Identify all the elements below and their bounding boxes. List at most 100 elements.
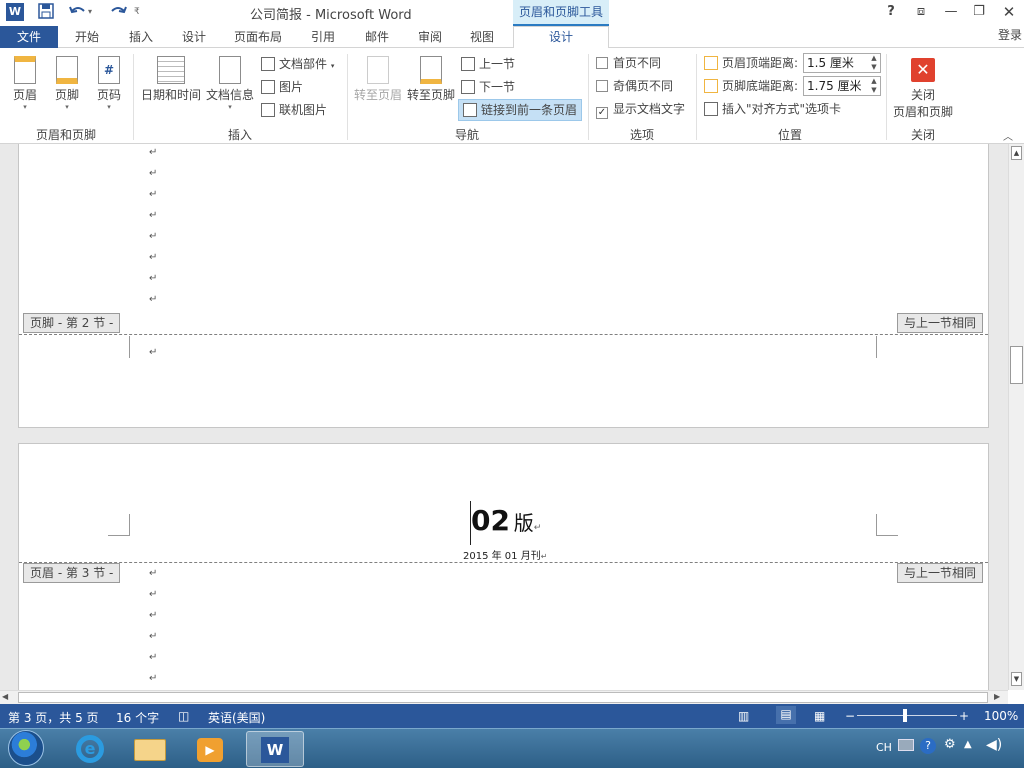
scroll-down-icon[interactable]: ▼ <box>1011 672 1022 686</box>
web-layout-icon[interactable]: ▦ <box>814 709 825 723</box>
page-count[interactable]: 第 3 页，共 5 页 <box>8 709 99 726</box>
scroll-left-icon[interactable]: ◀ <box>2 692 8 701</box>
header-top-distance-label: 页眉顶端距离: <box>704 53 798 73</box>
tab-header-footer-design[interactable]: 设计 <box>513 26 609 49</box>
tab-view[interactable]: 视图 <box>470 28 494 48</box>
paragraph-mark: ↵ <box>149 652 158 663</box>
help-tray-icon[interactable]: ? <box>920 738 936 754</box>
internet-explorer-icon[interactable]: e <box>62 731 118 767</box>
group-label-close: 关闭 <box>910 128 935 142</box>
word-count[interactable]: 16 个字 <box>116 709 159 726</box>
doc-info-button[interactable]: 文档信息 ▾ <box>205 56 255 111</box>
vertical-scrollbar[interactable]: ▲ ▼ <box>1008 144 1024 690</box>
tab-design-doc[interactable]: 设计 <box>182 28 206 48</box>
ime-indicator[interactable]: CH <box>876 741 892 754</box>
document-area[interactable]: ↵ ↵ ↵ ↵ ↵ ↵ ↵ ↵ 页脚 - 第 2 节 - 与上一节相同 ↵ 02… <box>0 144 1008 690</box>
group-divider <box>696 54 697 140</box>
word-taskbar-icon[interactable]: W <box>246 731 304 767</box>
footer-bottom-distance-input[interactable]: 1.75 厘米 ▲ ▼ <box>803 76 881 96</box>
paragraph-mark: ↵ <box>540 552 548 561</box>
undo-dropdown-icon[interactable]: ▾ <box>88 3 92 21</box>
chevron-down-icon: ▾ <box>228 103 232 111</box>
different-first-page-checkbox[interactable]: 首页不同 <box>596 53 661 73</box>
zoom-out-icon[interactable]: − <box>845 709 855 723</box>
customize-qat-icon[interactable]: ₹ <box>134 3 140 21</box>
horizontal-scroll-thumb[interactable] <box>18 692 988 703</box>
save-icon[interactable] <box>38 3 54 21</box>
ribbon-display-options-icon[interactable]: ⧈ <box>908 3 934 23</box>
ribbon: 页眉 ▾ 页脚 ▾ # 页码 ▾ 页眉和页脚 日期和时间 文档信息 ▾ 文档部件… <box>0 48 1024 144</box>
tab-mailings[interactable]: 邮件 <box>365 28 389 48</box>
spinner-arrows-icon[interactable]: ▲ ▼ <box>869 77 879 95</box>
group-divider <box>347 54 348 140</box>
picture-icon <box>261 80 275 94</box>
keyboard-icon[interactable] <box>898 739 914 751</box>
date-time-button[interactable]: 日期和时间 <box>140 56 202 103</box>
next-section-button[interactable]: 下一节 <box>461 77 515 97</box>
close-header-footer-button[interactable]: ✕ 关闭 页眉和页脚 <box>890 58 956 120</box>
insert-alignment-tab-button[interactable]: 插入"对齐方式"选项卡 <box>704 99 841 119</box>
close-window-icon[interactable]: ✕ <box>996 3 1022 23</box>
group-divider <box>133 54 134 140</box>
tab-file[interactable]: 文件 <box>0 26 58 48</box>
online-pictures-button[interactable]: 联机图片 <box>261 100 327 120</box>
collapse-ribbon-icon[interactable]: ︿ <box>1003 128 1013 143</box>
tab-home[interactable]: 开始 <box>75 28 99 48</box>
goto-header-button[interactable]: 转至页眉 <box>352 56 404 103</box>
show-hidden-icons[interactable]: ▲ <box>964 739 972 750</box>
read-mode-icon[interactable]: ▥ <box>738 709 749 723</box>
print-layout-icon[interactable]: ▤ <box>776 706 796 724</box>
link-to-previous-button[interactable]: 链接到前一条页眉 <box>458 99 583 121</box>
login-link[interactable]: 登录 <box>998 26 1022 46</box>
quick-parts-button[interactable]: 文档部件 ▾ <box>261 54 334 74</box>
group-label-header-footer: 页眉和页脚 <box>35 128 96 142</box>
page-number-button[interactable]: # 页码 ▾ <box>90 56 128 111</box>
paragraph-mark: ↵ <box>149 568 158 579</box>
show-doc-text-checkbox[interactable]: ✓ 显示文档文字 <box>596 99 685 119</box>
footer-icon <box>56 56 78 84</box>
scroll-up-icon[interactable]: ▲ <box>1011 146 1022 160</box>
header-date[interactable]: 2015 年 01 月刊↵ <box>463 547 547 562</box>
minimize-icon[interactable]: — <box>938 3 964 23</box>
word-app-icon[interactable]: W <box>6 3 24 21</box>
spinner-arrows-icon[interactable]: ▲ ▼ <box>869 54 879 72</box>
tab-references[interactable]: 引用 <box>311 28 335 48</box>
zoom-slider-thumb[interactable] <box>903 709 907 722</box>
tab-review[interactable]: 审阅 <box>418 28 442 48</box>
goto-footer-button[interactable]: 转至页脚 <box>405 56 457 103</box>
scroll-right-icon[interactable]: ▶ <box>994 692 1000 701</box>
zoom-level[interactable]: 100% <box>984 709 1018 723</box>
header-top-distance-input[interactable]: 1.5 厘米 ▲ ▼ <box>803 53 881 73</box>
scroll-thumb[interactable] <box>1010 346 1023 384</box>
same-as-previous-tag: 与上一节相同 <box>897 563 984 583</box>
chevron-down-icon: ▾ <box>107 103 111 111</box>
help-icon[interactable]: ? <box>878 3 904 23</box>
different-odd-even-checkbox[interactable]: 奇偶页不同 <box>596 76 673 96</box>
proofing-icon[interactable]: ◫ <box>178 709 189 723</box>
crop-mark <box>108 336 130 358</box>
volume-icon[interactable]: ◀) <box>986 737 1002 753</box>
footer-bottom-distance-label: 页脚底端距离: <box>704 76 798 96</box>
tab-page-layout[interactable]: 页面布局 <box>234 28 282 48</box>
redo-icon[interactable] <box>106 3 128 21</box>
header-button[interactable]: 页眉 ▾ <box>6 56 44 111</box>
context-tab-header-footer-tools: 页眉和页脚工具 <box>513 0 609 26</box>
taskbar: e ▶ W CH ? ⚙ ▲ ◀) <box>0 728 1024 768</box>
undo-icon[interactable] <box>68 3 90 21</box>
media-player-icon[interactable]: ▶ <box>182 731 238 767</box>
pictures-button[interactable]: 图片 <box>261 77 303 97</box>
start-button-icon[interactable] <box>8 730 44 766</box>
file-explorer-icon[interactable] <box>122 731 178 767</box>
status-bar: 第 3 页，共 5 页 16 个字 ◫ 英语(美国) ▥ ▤ ▦ − + 100… <box>0 704 1024 728</box>
previous-section-button[interactable]: 上一节 <box>461 54 515 74</box>
tab-insert[interactable]: 插入 <box>129 28 153 48</box>
zoom-slider[interactable] <box>857 715 957 716</box>
language[interactable]: 英语(美国) <box>208 709 265 726</box>
restore-icon[interactable]: ❐ <box>966 3 992 23</box>
footer-position-icon <box>704 79 718 93</box>
header-title[interactable]: 02 版↵ <box>471 504 541 537</box>
footer-button[interactable]: 页脚 ▾ <box>48 56 86 111</box>
zoom-in-icon[interactable]: + <box>959 709 969 723</box>
settings-tray-icon[interactable]: ⚙ <box>944 737 956 752</box>
horizontal-scrollbar[interactable]: ◀ ▶ <box>0 690 1008 704</box>
